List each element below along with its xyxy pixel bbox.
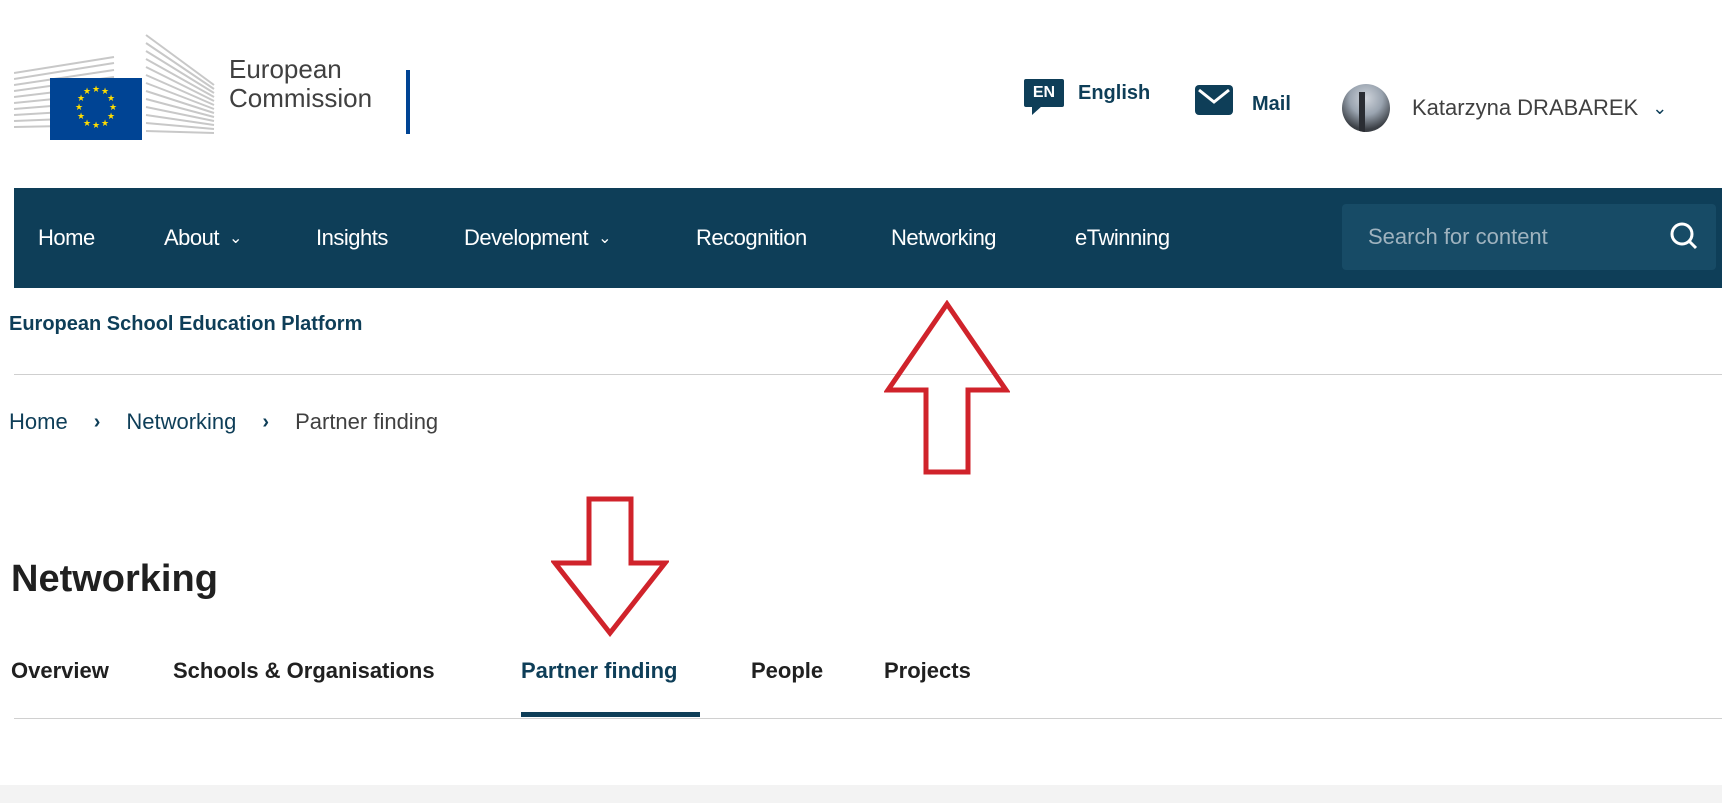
breadcrumb: Home › Networking › Partner finding	[9, 409, 438, 435]
active-tab-indicator	[521, 712, 700, 717]
language-label: English	[1078, 81, 1151, 104]
breadcrumb-separator: ›	[93, 410, 101, 433]
search-icon	[1670, 222, 1698, 250]
tab-schools-organisations[interactable]: Schools & Organisations	[173, 658, 435, 716]
breadcrumb-home[interactable]: Home	[9, 409, 68, 435]
search-input[interactable]	[1342, 204, 1648, 270]
language-icon: EN	[1024, 79, 1064, 115]
nav-item-label: Networking	[891, 225, 997, 250]
tab-label: Partner finding	[521, 658, 678, 683]
avatar	[1342, 84, 1390, 132]
platform-name[interactable]: European School Education Platform	[9, 313, 362, 336]
nav-item-recognition[interactable]: Recognition	[696, 188, 807, 288]
logo-accent-bar	[406, 70, 410, 134]
user-name: Katarzyna DRABAREK	[1412, 95, 1639, 120]
language-selector[interactable]: EN English	[1024, 79, 1151, 115]
nav-item-label: Recognition	[696, 225, 807, 250]
divider	[14, 374, 1722, 375]
tab-label: People	[751, 658, 824, 683]
envelope-icon	[1195, 84, 1233, 115]
svg-text:★: ★	[77, 112, 85, 122]
search-button[interactable]	[1656, 204, 1716, 270]
tab-projects[interactable]: Projects	[884, 658, 971, 716]
nav-item-home[interactable]: Home	[38, 188, 95, 288]
svg-text:★: ★	[83, 87, 91, 97]
tab-overview[interactable]: Overview	[11, 658, 109, 716]
svg-text:★: ★	[92, 85, 100, 95]
arrow-up-icon	[884, 300, 1010, 475]
page: ★ ★ ★ ★ ★ ★ ★ ★ ★ ★ ★ ★ European Commission EN E…	[0, 0, 1722, 785]
breadcrumb-separator: ›	[262, 410, 270, 433]
tab-label: Schools & Organisations	[173, 658, 435, 683]
chevron-down-icon: ⌄	[1652, 97, 1668, 118]
breadcrumb-current: Partner finding	[295, 409, 439, 434]
svg-text:★: ★	[75, 103, 83, 113]
user-menu[interactable]: Katarzyna DRABAREK ⌄	[1342, 84, 1667, 132]
tab-label: Overview	[11, 658, 109, 683]
nav-item-etwinning[interactable]: eTwinning	[1075, 188, 1170, 288]
arrow-down-icon	[551, 496, 669, 637]
nav-item-development[interactable]: Development ⌄	[464, 188, 612, 288]
logo-text-line2: Commission	[229, 83, 373, 113]
screenshot-frame: ★ ★ ★ ★ ★ ★ ★ ★ ★ ★ ★ ★ European Commission EN E…	[0, 0, 1722, 803]
logo-text: European Commission	[229, 55, 372, 113]
nav-item-label: eTwinning	[1075, 225, 1170, 250]
nav-item-label: Insights	[316, 225, 388, 250]
nav-item-label: Development	[464, 225, 589, 250]
nav-item-about[interactable]: About ⌄	[164, 188, 242, 288]
tab-partner-finding[interactable]: Partner finding	[521, 658, 677, 716]
section-tabs: Overview Schools & Organisations Partner…	[0, 658, 1722, 716]
nav-item-networking[interactable]: Networking	[891, 188, 997, 288]
svg-text:★: ★	[92, 121, 100, 131]
search-box	[1342, 204, 1662, 270]
chevron-down-icon: ⌄	[229, 230, 242, 247]
tab-label: Projects	[884, 658, 971, 683]
page-title: Networking	[11, 558, 218, 600]
mail-link[interactable]: Mail	[1194, 83, 1291, 116]
tab-people[interactable]: People	[751, 658, 823, 716]
nav-item-label: About	[164, 225, 220, 250]
divider	[14, 718, 1722, 719]
breadcrumb-networking[interactable]: Networking	[126, 409, 236, 435]
svg-text:★: ★	[101, 119, 109, 129]
main-navigation: Home About ⌄ Insights Development ⌄ Recogn…	[14, 188, 1722, 288]
mail-label: Mail	[1252, 93, 1291, 115]
nav-item-label: Home	[38, 225, 95, 250]
nav-item-insights[interactable]: Insights	[316, 188, 388, 288]
logo-text-line1: European	[229, 54, 342, 84]
chevron-down-icon: ⌄	[598, 230, 612, 247]
